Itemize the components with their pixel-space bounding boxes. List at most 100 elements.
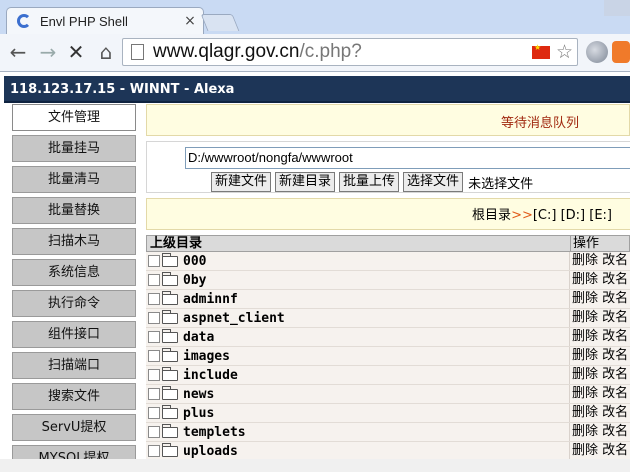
row-checkbox[interactable] [148,350,160,362]
url-domain: www.qlagr.gov.cn [153,41,300,62]
row-checkbox[interactable] [148,407,160,419]
table-row: news 删除 改名 [146,385,630,404]
row-actions[interactable]: 删除 改名 [570,366,630,384]
row-actions[interactable]: 删除 改名 [570,442,630,460]
browser-tab[interactable]: Envl PHP Shell × [6,7,204,34]
folder-icon [162,290,178,305]
folder-name-link[interactable]: adminnf [183,292,238,307]
row-checkbox[interactable] [148,293,160,305]
sidebar-item-scan-trojan[interactable]: 扫描木马 [12,228,136,255]
folder-name-link[interactable]: uploads [183,444,238,459]
horizontal-scrollbar[interactable] [0,459,630,472]
bookmark-star-icon[interactable]: ☆ [556,41,573,63]
sidebar-item-system-info[interactable]: 系统信息 [12,259,136,286]
url-path: /c.php? [299,41,362,62]
table-row: adminnf 删除 改名 [146,290,630,309]
new-dir-button[interactable]: 新建目录 [275,172,336,192]
name-cell: images [146,347,570,365]
row-checkbox[interactable] [148,426,160,438]
folder-icon [162,366,178,381]
browser-chrome: Envl PHP Shell × ← → ✕ ⌂ www.qlagr.gov.c… [0,0,630,72]
sidebar-item-batch-inject[interactable]: 批量挂马 [12,135,136,162]
folder-name-link[interactable]: images [183,349,230,364]
listing-rows: 000 删除 改名 0by 删除 改名 adminnf 删除 改名 aspnet_clien… [146,252,630,461]
table-row: templets 删除 改名 [146,423,630,442]
row-actions[interactable]: 删除 改名 [570,290,630,308]
folder-name-link[interactable]: templets [183,425,246,440]
row-checkbox[interactable] [148,388,160,400]
sidebar-item-search-file[interactable]: 搜索文件 [12,383,136,410]
name-cell: templets [146,423,570,441]
sidebar-item-scan-port[interactable]: 扫描端口 [12,352,136,379]
back-icon[interactable]: ← [6,39,30,65]
row-actions[interactable]: 删除 改名 [570,423,630,441]
parent-dir-link[interactable]: 上级目录 [147,236,571,251]
drives-panel: 根目录>>[C:] [D:] [E:] [146,198,630,230]
path-input[interactable]: D:/wwwroot/nongfa/wwwroot [185,147,630,169]
new-file-button[interactable]: 新建文件 [211,172,272,192]
folder-name-link[interactable]: 0by [183,273,206,288]
folder-icon [162,328,178,343]
url-text: www.qlagr.gov.cn/c.php? [153,41,532,63]
window-control[interactable] [604,0,630,16]
row-actions[interactable]: 删除 改名 [570,328,630,346]
row-checkbox[interactable] [148,312,160,324]
name-cell: uploads [146,442,570,460]
no-file-selected-text: 未选择文件 [468,176,534,192]
row-actions[interactable]: 删除 改名 [570,404,630,422]
sidebar-item-component-interface[interactable]: 组件接口 [12,321,136,348]
folder-name-link[interactable]: aspnet_client [183,311,285,326]
row-checkbox[interactable] [148,369,160,381]
folder-icon [162,404,178,419]
home-icon[interactable]: ⌂ [94,39,118,65]
folder-name-link[interactable]: include [183,368,238,383]
loading-icon [17,14,31,28]
sidebar-item-batch-replace[interactable]: 批量替换 [12,197,136,224]
row-actions[interactable]: 删除 改名 [570,347,630,365]
folder-name-link[interactable]: plus [183,406,214,421]
stop-icon[interactable]: ✕ [64,39,88,65]
row-checkbox[interactable] [148,255,160,267]
extension-icon[interactable] [612,41,630,63]
name-cell: include [146,366,570,384]
action-buttons: 新建文件 新建目录 批量上传 选择文件 未选择文件 [211,172,533,192]
batch-upload-button[interactable]: 批量上传 [339,172,400,192]
folder-icon [162,252,178,267]
row-actions[interactable]: 删除 改名 [570,309,630,327]
folder-name-link[interactable]: data [183,330,214,345]
table-row: images 删除 改名 [146,347,630,366]
china-flag-icon[interactable] [531,43,550,59]
path-panel: D:/wwwroot/nongfa/wwwroot 新建文件 新建目录 批量上传… [146,141,630,193]
folder-icon [162,271,178,286]
row-checkbox[interactable] [148,274,160,286]
address-bar[interactable]: www.qlagr.gov.cn/c.php? ☆ [122,38,578,66]
folder-name-link[interactable]: news [183,387,214,402]
sidebar-item-exec-command[interactable]: 执行命令 [12,290,136,317]
folder-icon [162,423,178,438]
tab-close-icon[interactable]: × [181,13,199,29]
page-icon [131,44,144,60]
folder-icon [162,385,178,400]
choose-file-button[interactable]: 选择文件 [403,172,464,192]
name-cell: plus [146,404,570,422]
row-checkbox[interactable] [148,331,160,343]
row-actions[interactable]: 删除 改名 [570,252,630,270]
drive-links[interactable]: [C:] [D:] [E:] [533,208,612,223]
name-cell: adminnf [146,290,570,308]
folder-icon [162,347,178,362]
row-actions[interactable]: 删除 改名 [570,385,630,403]
name-cell: 000 [146,252,570,270]
globe-icon[interactable] [586,41,608,63]
drives-row: 根目录>>[C:] [D:] [E:] [472,204,612,223]
name-cell: aspnet_client [146,309,570,327]
folder-name-link[interactable]: 000 [183,254,206,269]
table-row: 000 删除 改名 [146,252,630,271]
new-tab-button[interactable] [200,14,240,31]
forward-icon[interactable]: → [36,39,60,65]
sidebar-item-file-manager[interactable]: 文件管理 [12,104,136,131]
row-actions[interactable]: 删除 改名 [570,271,630,289]
listing-header: 上级目录 操作 [146,235,630,252]
sidebar-item-batch-clean[interactable]: 批量清马 [12,166,136,193]
sidebar-item-servu[interactable]: ServU提权 [12,414,136,441]
row-checkbox[interactable] [148,445,160,457]
